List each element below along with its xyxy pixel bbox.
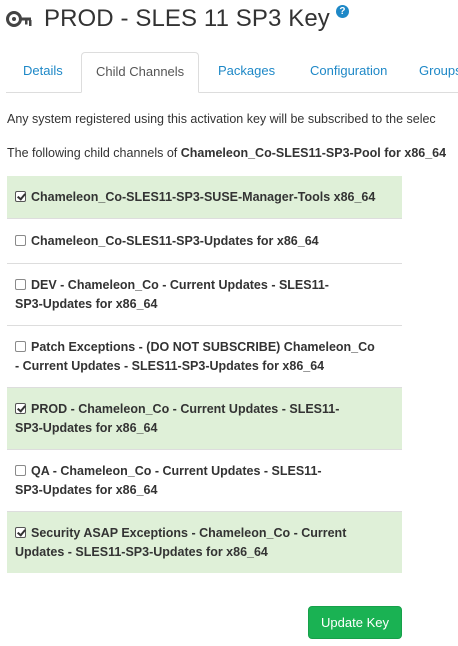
channel-label-cont: - Current Updates - SLES11-SP3-Updates f… bbox=[15, 358, 325, 373]
channel-label-cont: SP3-Updates for x86_64 bbox=[15, 482, 158, 497]
page: PROD - SLES 11 SP3 Key ? Details Child C… bbox=[0, 0, 458, 646]
channel-row[interactable]: Chameleon_Co-SLES11-SP3-SUSE-Manager-Too… bbox=[7, 176, 402, 218]
channel-label: Chameleon_Co-SLES11-SP3-SUSE-Manager-Too… bbox=[31, 189, 376, 204]
channel-row[interactable]: Security ASAP Exceptions - Chameleon_Co … bbox=[7, 511, 402, 573]
checkbox[interactable] bbox=[15, 279, 26, 290]
channel-row[interactable]: Patch Exceptions - (DO NOT SUBSCRIBE) Ch… bbox=[7, 325, 402, 387]
channel-row[interactable]: PROD - Chameleon_Co - Current Updates - … bbox=[7, 387, 402, 449]
channel-label-cont: Updates - SLES11-SP3-Updates for x86_64 bbox=[15, 544, 268, 559]
tab-details[interactable]: Details bbox=[23, 52, 63, 90]
channel-label: Security ASAP Exceptions - Chameleon_Co … bbox=[31, 526, 347, 540]
channel-label: Patch Exceptions - (DO NOT SUBSCRIBE) Ch… bbox=[31, 340, 375, 354]
page-title: PROD - SLES 11 SP3 Key bbox=[44, 5, 330, 32]
channel-row[interactable]: Chameleon_Co-SLES11-SP3-Updates for x86_… bbox=[7, 218, 402, 263]
channel-label: PROD - Chameleon_Co - Current Updates - … bbox=[31, 402, 340, 416]
channel-label: QA - Chameleon_Co - Current Updates - SL… bbox=[31, 464, 322, 478]
channel-row[interactable]: DEV - Chameleon_Co - Current Updates - S… bbox=[7, 263, 402, 325]
base-channel-name: Chameleon_Co-SLES11-SP3-Pool for x86_64 bbox=[180, 146, 447, 160]
tab-groups[interactable]: Groups bbox=[419, 52, 458, 90]
checkbox[interactable] bbox=[15, 403, 26, 414]
base-channel-text: The following child channels of Chameleo… bbox=[7, 146, 446, 160]
key-icon bbox=[6, 6, 32, 32]
channel-label: DEV - Chameleon_Co - Current Updates - S… bbox=[31, 278, 329, 292]
tab-packages[interactable]: Packages bbox=[218, 52, 275, 90]
checkbox[interactable] bbox=[15, 527, 26, 538]
help-icon[interactable]: ? bbox=[335, 4, 349, 18]
checkbox[interactable] bbox=[15, 190, 26, 202]
checkbox[interactable] bbox=[15, 465, 26, 476]
channel-row[interactable]: QA - Chameleon_Co - Current Updates - SL… bbox=[7, 449, 402, 511]
tab-configuration[interactable]: Configuration bbox=[310, 52, 387, 90]
page-header: PROD - SLES 11 SP3 Key ? bbox=[6, 2, 349, 36]
channel-label: Chameleon_Co-SLES11-SP3-Updates for x86_… bbox=[31, 233, 319, 248]
base-channel-prefix: The following child channels of bbox=[7, 146, 181, 160]
tab-child-channels[interactable]: Child Channels bbox=[81, 52, 200, 93]
checkbox[interactable] bbox=[15, 341, 26, 352]
channel-label-cont: SP3-Updates for x86_64 bbox=[15, 420, 158, 435]
tab-bar: Details Child Channels Packages Configur… bbox=[6, 52, 458, 93]
update-key-button[interactable]: Update Key bbox=[308, 606, 402, 639]
checkbox[interactable] bbox=[15, 234, 26, 246]
channel-label-cont: SP3-Updates for x86_64 bbox=[15, 296, 158, 311]
intro-text: Any system registered using this activat… bbox=[7, 112, 436, 126]
